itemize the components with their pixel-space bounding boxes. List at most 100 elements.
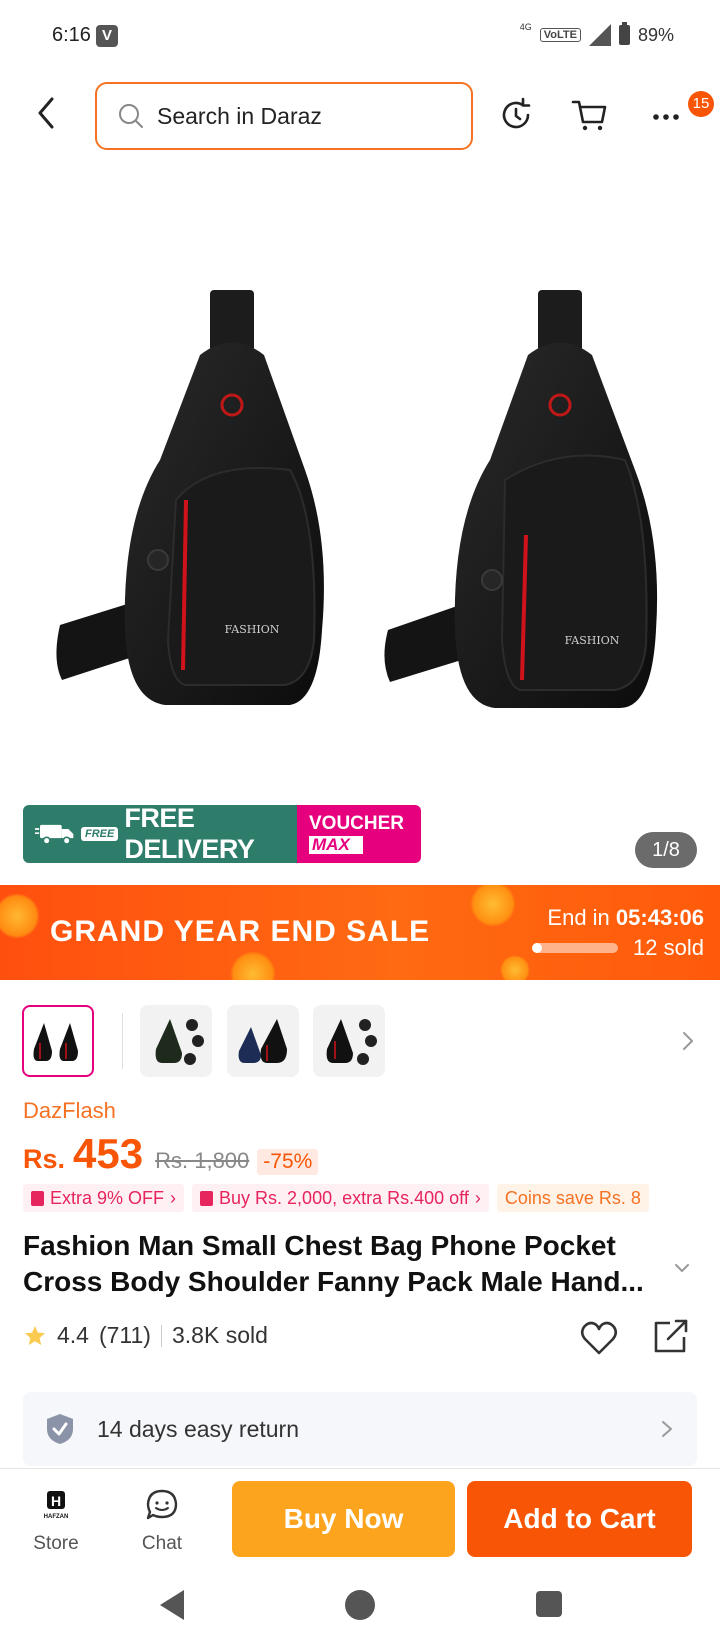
voucher-max-tag: VOUCHER MAX xyxy=(297,805,421,863)
store-logo-icon: H HAFZAN xyxy=(44,1491,69,1520)
chevron-right-icon: › xyxy=(474,1187,481,1208)
sale-sold-count: 12 sold xyxy=(633,935,704,960)
bag-left-illustration: FASHION xyxy=(56,290,324,705)
offer-coins[interactable]: Coins save Rs. 8 xyxy=(496,1184,649,1212)
battery-icon xyxy=(618,22,630,45)
voucher-icon xyxy=(200,1190,214,1206)
signal-icon xyxy=(588,24,611,46)
sale-title: GRAND YEAR END SALE xyxy=(50,915,431,948)
flame-decoration xyxy=(0,893,40,939)
free-tag: FREE xyxy=(81,827,119,841)
review-count: (711) xyxy=(98,1322,151,1348)
chevron-down-icon[interactable] xyxy=(672,1258,692,1278)
heart-icon[interactable] xyxy=(578,1318,620,1360)
currency-label: Rs. xyxy=(23,1144,66,1174)
sold-progress-fill xyxy=(532,943,543,953)
app-notification-icon: V xyxy=(96,25,118,47)
offer-label: Buy Rs. 2,000, extra Rs.400 off xyxy=(219,1187,469,1208)
product-image: FASHION FASHION xyxy=(56,290,658,708)
search-placeholder: Search in Daraz xyxy=(157,102,322,129)
sold-progress-bar xyxy=(532,943,618,953)
back-arrow-icon[interactable] xyxy=(32,93,62,133)
system-nav-bar xyxy=(0,1570,720,1650)
delivery-voucher-banner: FREE FREE DELIVERY VOUCHER MAX xyxy=(23,805,421,863)
sale-banner[interactable]: GRAND YEAR END SALE End in 05:43:06 12 s… xyxy=(0,885,720,980)
free-delivery-tag: FREE FREE DELIVERY xyxy=(23,805,297,863)
product-title: Fashion Man Small Chest Bag Phone Pocket… xyxy=(23,1230,644,1297)
add-to-cart-button[interactable]: Add to Cart xyxy=(467,1481,692,1557)
status-bar: 6:16 V 4G VoLTE 89% xyxy=(0,0,720,70)
image-pager: 1/8 xyxy=(635,832,697,868)
original-price: Rs. 1,800 xyxy=(155,1148,250,1173)
chat-button[interactable]: Chat xyxy=(122,1487,202,1555)
bottom-action-bar: H HAFZAN Store Chat Buy Now Add to Cart xyxy=(0,1468,720,1568)
chevron-right-icon xyxy=(662,1421,672,1437)
thumbnail-image xyxy=(33,1023,78,1061)
offer-tags: Extra 9% OFF › Buy Rs. 2,000, extra Rs.4… xyxy=(23,1184,649,1212)
sale-countdown: End in 05:43:06 xyxy=(547,905,704,931)
thumbnail-image xyxy=(238,1019,287,1063)
flame-decoration xyxy=(470,885,516,927)
nav-recents-icon[interactable] xyxy=(536,1591,562,1617)
cart-icon[interactable] xyxy=(570,95,610,135)
cart-count-badge: 15 xyxy=(688,91,714,117)
divider xyxy=(160,1324,162,1347)
rating-value: 4.4 xyxy=(57,1322,89,1348)
svg-text:H: H xyxy=(51,1493,61,1509)
offer-label: Extra 9% OFF xyxy=(50,1187,165,1208)
bag-right-brand: FASHION xyxy=(565,634,620,647)
shield-icon xyxy=(47,1414,73,1444)
thumbnail-image xyxy=(326,1019,377,1065)
end-in-label: End in xyxy=(547,905,610,930)
store-logo-text: HAFZAN xyxy=(44,1514,69,1520)
thumbnail-divider xyxy=(122,1013,123,1069)
top-header: Search in Daraz 15 xyxy=(0,75,720,155)
history-icon[interactable] xyxy=(496,95,536,135)
chat-label: Chat xyxy=(141,1533,183,1554)
status-indicators: 4G VoLTE 89% xyxy=(519,22,674,46)
chat-icon xyxy=(146,1489,178,1520)
delivery-truck-icon xyxy=(35,824,74,845)
offer-spend-more[interactable]: Buy Rs. 2,000, extra Rs.400 off › xyxy=(192,1184,489,1212)
more-options-icon[interactable] xyxy=(648,95,688,135)
flame-decoration xyxy=(230,951,276,980)
chevron-right-icon: › xyxy=(170,1187,177,1208)
countdown-time: 05:43:06 xyxy=(615,905,704,930)
discount-badge: -75% xyxy=(257,1149,319,1175)
store-label: Store xyxy=(33,1533,79,1554)
price-row: Rs. 453 Rs. 1,800 -75% xyxy=(23,1130,319,1178)
thumbnail-strip xyxy=(22,1005,702,1079)
store-button[interactable]: H HAFZAN Store xyxy=(16,1487,96,1555)
return-policy-row[interactable]: 14 days easy return xyxy=(23,1392,697,1466)
sold-count: 3.8K sold xyxy=(171,1322,268,1348)
voucher-max-label: MAX xyxy=(309,836,363,854)
nav-home-icon[interactable] xyxy=(345,1590,375,1620)
search-input[interactable]: Search in Daraz xyxy=(95,82,473,150)
chevron-right-icon[interactable] xyxy=(678,1029,698,1053)
product-image-carousel[interactable]: FASHION FASHION xyxy=(0,160,720,880)
volte-indicator: VoLTE xyxy=(539,28,581,42)
share-icon[interactable] xyxy=(650,1315,692,1357)
network-type: 4G xyxy=(519,22,532,32)
thumbnail-4[interactable] xyxy=(313,1005,385,1077)
voucher-label: VOUCHER xyxy=(309,813,405,834)
thumbnail-2[interactable] xyxy=(140,1005,212,1077)
free-delivery-label: FREE DELIVERY xyxy=(124,805,255,863)
voucher-icon xyxy=(31,1190,44,1206)
flame-decoration xyxy=(500,955,530,980)
search-icon xyxy=(119,104,143,128)
thumbnail-3[interactable] xyxy=(227,1005,299,1077)
buy-now-button[interactable]: Buy Now xyxy=(232,1481,455,1557)
thumbnail-image xyxy=(155,1019,204,1065)
battery-level: 89% xyxy=(637,24,674,45)
return-policy-label: 14 days easy return xyxy=(97,1415,300,1442)
offer-extra-off[interactable]: Extra 9% OFF › xyxy=(23,1184,185,1212)
bag-right-illustration: FASHION xyxy=(384,290,658,708)
nav-back-icon[interactable] xyxy=(160,1590,184,1620)
thumbnail-1[interactable] xyxy=(22,1005,94,1077)
offer-label: Coins save Rs. 8 xyxy=(504,1187,641,1208)
bag-left-brand: FASHION xyxy=(225,623,280,636)
seller-name[interactable]: DazFlash xyxy=(23,1098,116,1124)
status-time: 6:16 xyxy=(52,24,91,46)
rating-row[interactable]: 4.4 (711) 3.8K sold xyxy=(23,1322,268,1349)
